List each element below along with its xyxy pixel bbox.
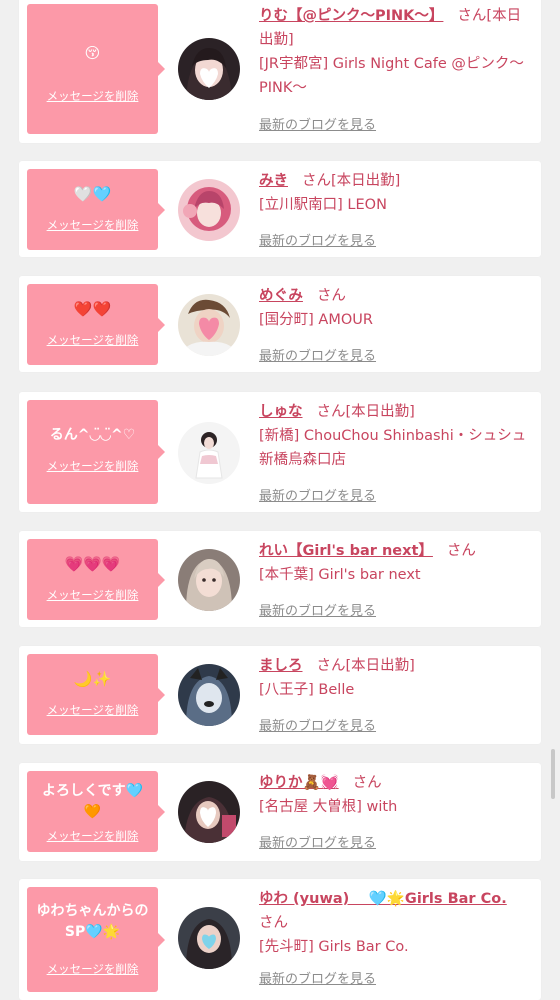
delete-message-link[interactable]: メッセージを削除: [27, 88, 158, 104]
message-bubble: 😚 メッセージを削除: [27, 4, 165, 134]
blog-link[interactable]: 最新のブログを見る: [259, 968, 376, 987]
message-bubble: ❤️❤️ メッセージを削除: [27, 284, 165, 365]
name-line: しゅな さん[本日出勤]: [259, 400, 535, 424]
delete-message-link[interactable]: メッセージを削除: [27, 702, 158, 718]
name-line: めぐみ さん: [259, 284, 535, 308]
favorite-card: よろしくです🩵🧡 メッセージを削除 ゆりか🧸💓 さん [名古屋 大曽根] with…: [19, 763, 541, 861]
girl-name-link[interactable]: みき: [259, 173, 288, 189]
message-bubble: 💗💗💗 メッセージを削除: [27, 539, 165, 620]
girl-name-link[interactable]: ゆわ (yuwa) 🩵🌟Girls Bar Co.: [259, 891, 507, 907]
avatar[interactable]: [178, 781, 240, 843]
shop-name: [名古屋 大曽根] with: [259, 799, 398, 815]
message-text: 😚: [84, 44, 101, 62]
blog-link[interactable]: 最新のブログを見る: [259, 230, 376, 249]
favorite-card: 🤍🩵 メッセージを削除 みき さん[本日出勤] [立川駅南口] LEON 最新のブ…: [19, 161, 541, 257]
name-suffix: さん: [446, 543, 476, 559]
girl-name-link[interactable]: ゆりか🧸💓: [259, 775, 339, 791]
scrollbar[interactable]: [551, 749, 555, 799]
blog-link[interactable]: 最新のブログを見る: [259, 345, 376, 364]
girl-info: りむ【@ピンク〜PINK〜】 さん[本日出勤] [JR宇都宮] Girls Nig…: [259, 4, 535, 100]
message-text: よろしくです🩵🧡: [41, 783, 143, 820]
name-line: ましろ さん[本日出勤]: [259, 654, 535, 678]
delete-message-link[interactable]: メッセージを削除: [27, 587, 158, 603]
avatar[interactable]: [178, 179, 240, 241]
delete-message-link[interactable]: メッセージを削除: [27, 217, 158, 233]
girl-info: れい【Girl's bar next】 さん [本千葉] Girl's bar n…: [259, 539, 535, 587]
shop-name: [先斗町] Girls Bar Co.: [259, 939, 409, 955]
message-bubble: ゆわちゃんからのSP🩵🌟 メッセージを削除: [27, 887, 165, 992]
name-suffix: さん[本日出勤]: [316, 404, 415, 420]
girl-name-link[interactable]: りむ【@ピンク〜PINK〜】: [259, 8, 443, 24]
girl-info: めぐみ さん [国分町] AMOUR: [259, 284, 535, 332]
blog-link[interactable]: 最新のブログを見る: [259, 832, 376, 851]
blog-link[interactable]: 最新のブログを見る: [259, 114, 376, 133]
favorite-card: 💗💗💗 メッセージを削除 れい【Girl's bar next】 さん [本千葉]…: [19, 531, 541, 627]
message-bubble: よろしくです🩵🧡 メッセージを削除: [27, 771, 165, 852]
message-bubble: 🌙✨ メッセージを削除: [27, 654, 165, 735]
name-suffix: さん[本日出勤]: [302, 173, 401, 189]
name-suffix: さん: [316, 288, 346, 304]
avatar[interactable]: [178, 664, 240, 726]
name-suffix: さん[本日出勤]: [316, 658, 415, 674]
avatar[interactable]: [178, 294, 240, 356]
message-text: 💗💗💗: [64, 555, 121, 573]
message-text: ❤️❤️: [73, 300, 112, 318]
favorite-card: 🌙✨ メッセージを削除 ましろ さん[本日出勤] [八王子] Belle 最新のブ…: [19, 646, 541, 744]
girl-info: ゆわ (yuwa) 🩵🌟Girls Bar Co. さん [先斗町] Girls …: [259, 887, 535, 959]
girl-name-link[interactable]: ましろ: [259, 658, 303, 674]
message-bubble: 🤍🩵 メッセージを削除: [27, 169, 165, 250]
blog-link[interactable]: 最新のブログを見る: [259, 485, 376, 504]
favorite-card: 😚 メッセージを削除 りむ【@ピンク〜PINK〜】 さん[本日出勤] [JR宇都宮…: [19, 0, 541, 143]
avatar[interactable]: [178, 422, 240, 484]
girl-name-link[interactable]: めぐみ: [259, 288, 303, 304]
favorite-card: るん^◡̈◡̈^♡ メッセージを削除 しゅな さん[本日出勤] [新橋] Chou…: [19, 392, 541, 512]
name-suffix: さん: [259, 915, 288, 931]
name-line: れい【Girl's bar next】 さん: [259, 539, 535, 563]
delete-message-link[interactable]: メッセージを削除: [27, 458, 158, 474]
shop-name: [八王子] Belle: [259, 682, 355, 698]
avatar[interactable]: [178, 549, 240, 611]
delete-message-link[interactable]: メッセージを削除: [27, 828, 158, 844]
shop-name: [本千葉] Girl's bar next: [259, 567, 421, 583]
message-bubble: るん^◡̈◡̈^♡ メッセージを削除: [27, 400, 165, 504]
name-line: みき さん[本日出勤]: [259, 169, 535, 193]
name-line: ゆりか🧸💓 さん: [259, 771, 535, 795]
shop-name: [JR宇都宮] Girls Night Cafe @ピンク〜PINK〜: [259, 56, 524, 96]
name-line: ゆわ (yuwa) 🩵🌟Girls Bar Co. さん: [259, 887, 535, 935]
name-suffix: さん: [352, 775, 382, 791]
message-text: 🤍🩵: [73, 185, 112, 203]
delete-message-link[interactable]: メッセージを削除: [27, 961, 158, 977]
girl-info: ましろ さん[本日出勤] [八王子] Belle: [259, 654, 535, 702]
name-line: りむ【@ピンク〜PINK〜】 さん[本日出勤]: [259, 4, 535, 52]
avatar[interactable]: [178, 38, 240, 100]
blog-link[interactable]: 最新のブログを見る: [259, 600, 376, 619]
shop-name: [新橋] ChouChou Shinbashi・シュシュ新橋烏森口店: [259, 428, 527, 468]
avatar[interactable]: [178, 907, 240, 969]
girl-info: みき さん[本日出勤] [立川駅南口] LEON: [259, 169, 535, 217]
shop-name: [国分町] AMOUR: [259, 312, 373, 328]
girl-info: しゅな さん[本日出勤] [新橋] ChouChou Shinbashi・シュシュ…: [259, 400, 535, 472]
message-text: るん^◡̈◡̈^♡: [49, 427, 136, 443]
message-text: 🌙✨: [73, 670, 112, 688]
delete-message-link[interactable]: メッセージを削除: [27, 332, 158, 348]
favorite-card: ❤️❤️ メッセージを削除 めぐみ さん [国分町] AMOUR 最新のブログを見…: [19, 276, 541, 372]
blog-link[interactable]: 最新のブログを見る: [259, 715, 376, 734]
favorite-card: ゆわちゃんからのSP🩵🌟 メッセージを削除 ゆわ (yuwa) 🩵🌟Girls …: [19, 879, 541, 1000]
girl-info: ゆりか🧸💓 さん [名古屋 大曽根] with: [259, 771, 535, 819]
girl-name-link[interactable]: れい【Girl's bar next】: [259, 543, 433, 559]
message-text: ゆわちゃんからのSP🩵🌟: [36, 903, 149, 940]
girl-name-link[interactable]: しゅな: [259, 404, 303, 420]
shop-name: [立川駅南口] LEON: [259, 197, 387, 213]
